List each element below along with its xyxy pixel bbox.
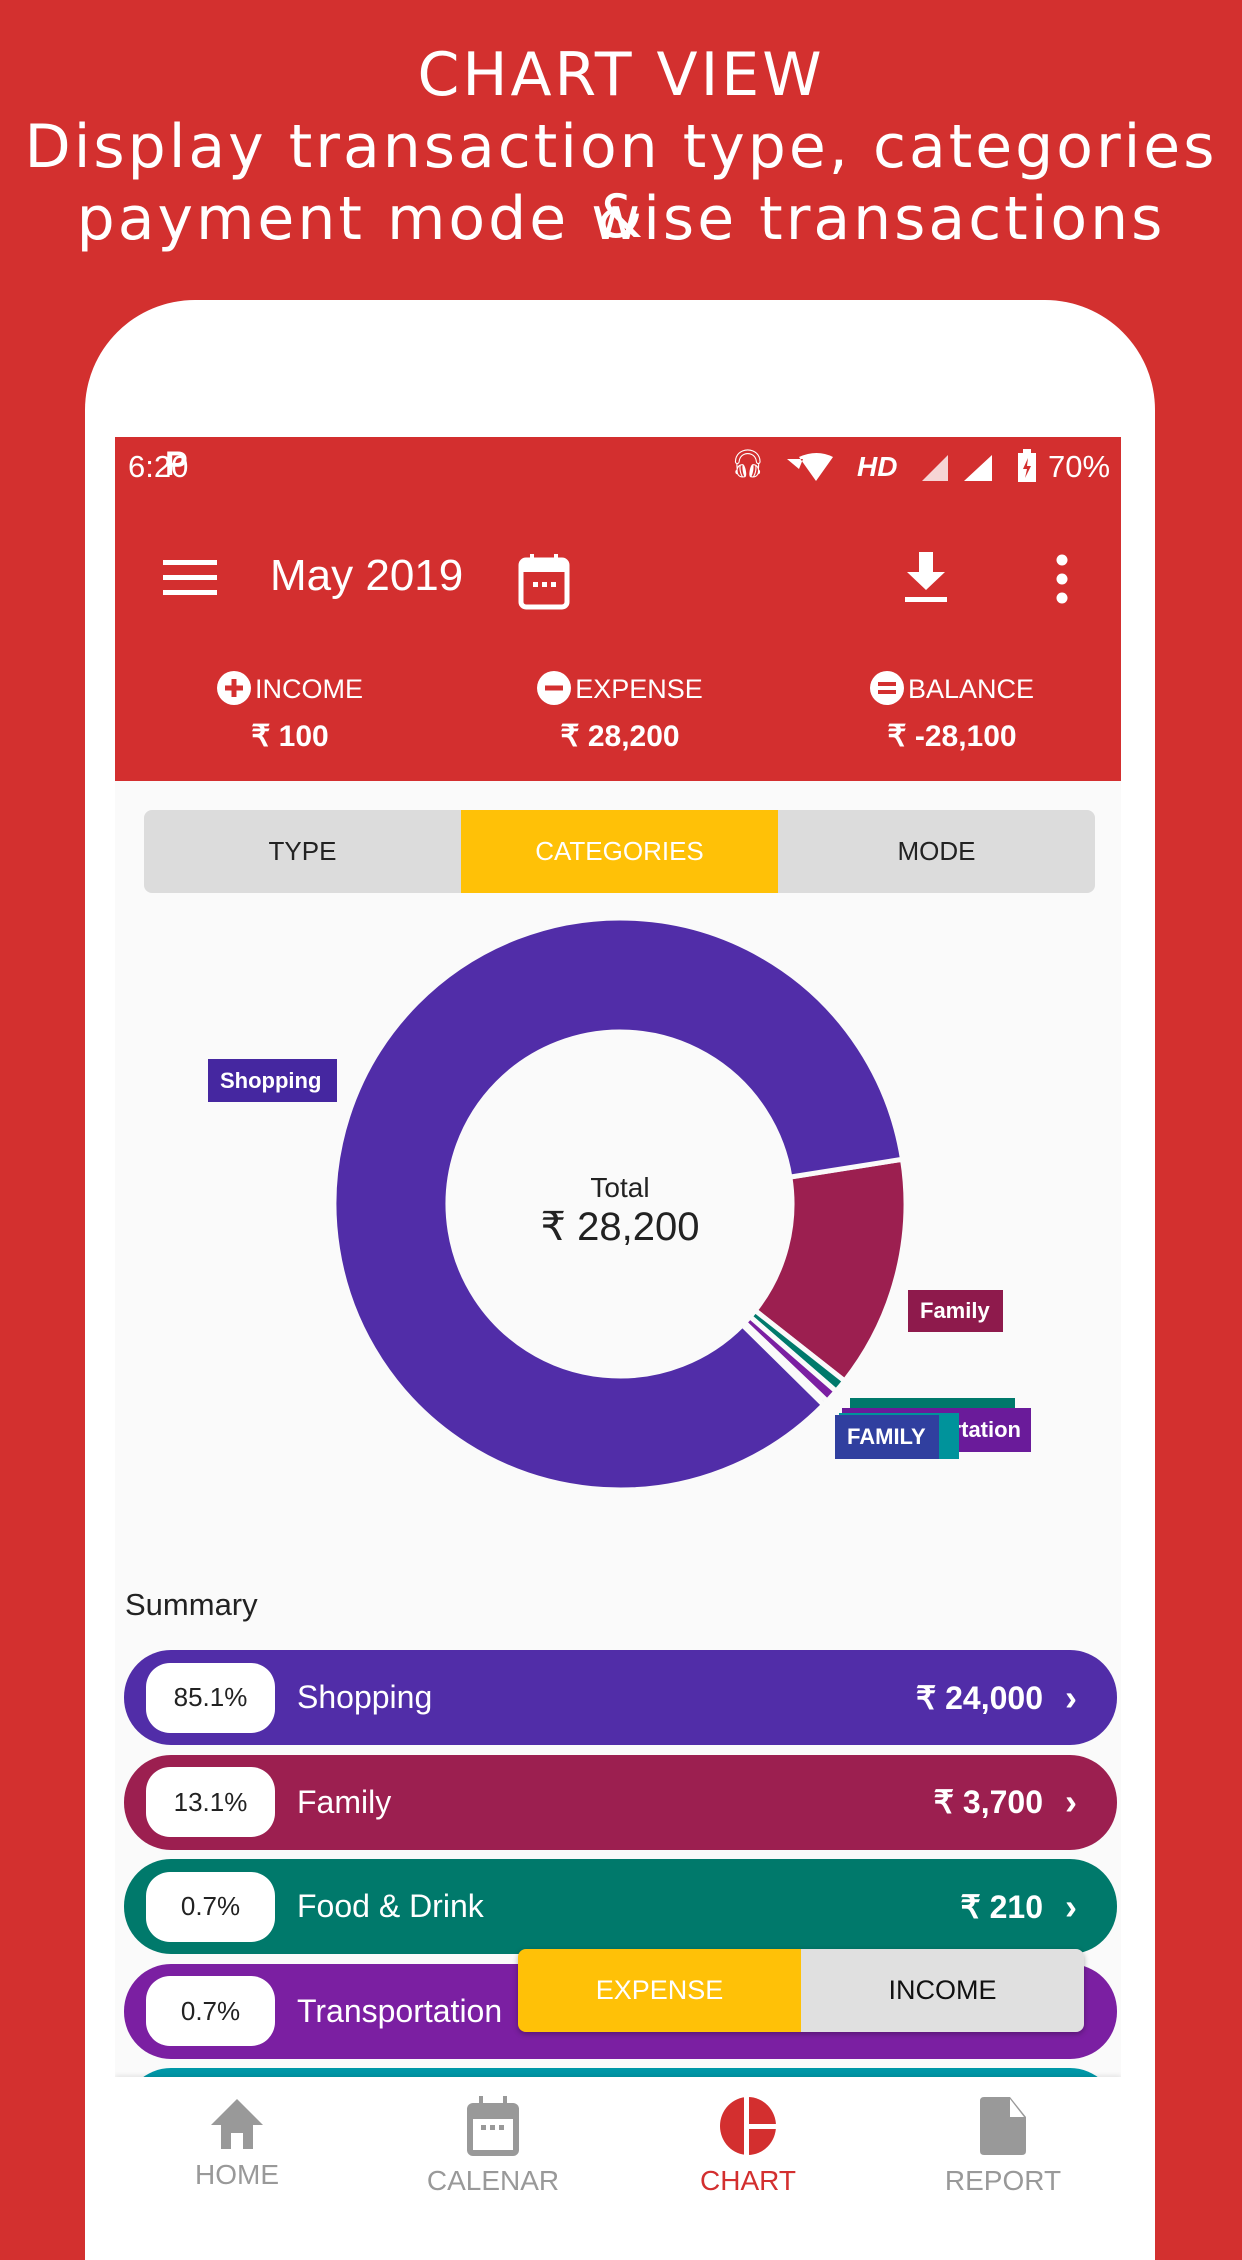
signal-icon: [922, 455, 992, 481]
row-name: Family: [297, 1783, 392, 1820]
home-icon: [211, 2099, 263, 2149]
total-label: BALANCE: [907, 674, 1035, 704]
pie-chart-icon: [720, 2095, 778, 2157]
bottom-nav: HOME CALENAR CHART REPORT: [115, 2077, 1121, 2208]
month-title[interactable]: May 2019: [270, 551, 463, 601]
nav-report-label: REPORT: [944, 2165, 1062, 2196]
row-name: Food & Drink: [297, 1888, 484, 1924]
donut-center-value: ₹ 28,200: [540, 1205, 700, 1249]
wifi-icon: [787, 453, 833, 481]
chevron-right-icon: ›: [1065, 1676, 1077, 1718]
chart-label-family-upper: FAMILY: [835, 1415, 939, 1459]
chart-tabs: TYPE CATEGORIES MODE: [144, 810, 1095, 893]
row-name: Shopping: [297, 1679, 433, 1715]
promo-line1: CHART VIEW: [417, 40, 825, 110]
nav-calendar[interactable]: CALENAR: [393, 2077, 593, 2208]
chevron-right-icon: ›: [1065, 1885, 1077, 1927]
calendar-icon[interactable]: [518, 552, 570, 610]
row-percent: 13.1%: [146, 1767, 275, 1837]
total-value: ₹ -28,100: [887, 720, 1017, 753]
plus-circle-icon: [217, 671, 251, 705]
app-screen: 6:20 P 🎧︎ HD 70% May 2019 INCOME ₹ 100 EXP…: [115, 437, 1121, 2208]
promo-line3: payment mode wise transactions: [76, 184, 1166, 254]
row-amount: ₹ 210: [960, 1888, 1043, 1925]
chart-label-family: Family: [908, 1290, 1003, 1332]
nav-calendar-label: CALENAR: [426, 2165, 560, 2196]
donut-center-label: Total: [590, 1172, 650, 1203]
total-income: INCOME ₹ 100: [160, 671, 420, 754]
row-percent: 85.1%: [146, 1662, 275, 1733]
menu-icon[interactable]: [163, 560, 217, 596]
calendar-icon: [467, 2096, 519, 2156]
tab-mode[interactable]: MODE: [778, 810, 1095, 893]
more-vert-icon[interactable]: [1055, 554, 1069, 604]
report-icon: [980, 2097, 1026, 2155]
notification-p-icon: P: [165, 445, 188, 483]
total-value: ₹ 28,200: [560, 720, 680, 753]
nav-home[interactable]: HOME: [137, 2077, 337, 2208]
tab-categories[interactable]: CATEGORIES: [461, 810, 778, 893]
total-label: INCOME: [255, 674, 363, 704]
header: 6:20 P 🎧︎ HD 70% May 2019 INCOME ₹ 100 EXP…: [115, 437, 1121, 781]
total-value: ₹ 100: [251, 720, 329, 753]
battery-level: 70%: [1048, 449, 1111, 484]
minus-circle-icon: [537, 671, 572, 705]
row-percent: 0.7%: [146, 1871, 275, 1942]
row-amount: ₹ 3,700: [933, 1784, 1043, 1820]
row-amount: ₹ 24,000: [915, 1679, 1043, 1716]
tab-type[interactable]: TYPE: [144, 810, 461, 893]
row-percent: 0.7%: [146, 1976, 275, 2046]
equals-circle-icon: [869, 671, 904, 705]
battery-icon: [1018, 449, 1036, 482]
total-expense: EXPENSE ₹ 28,200: [490, 671, 750, 754]
chevron-right-icon: ›: [1065, 1781, 1077, 1822]
expense-income-toggle: EXPENSE INCOME: [518, 1949, 1084, 2032]
chart-label-shopping: Shopping: [208, 1059, 337, 1102]
summary-row[interactable]: 0.7% Food & Drink ₹ 210 ›: [124, 1859, 1117, 1954]
summary-row[interactable]: 13.1% Family ₹ 3,700 ›: [124, 1754, 1117, 1850]
nav-chart-label: CHART: [700, 2165, 796, 2196]
download-icon[interactable]: [903, 552, 949, 604]
network-type: HD: [857, 451, 898, 482]
toggle-expense[interactable]: EXPENSE: [518, 1949, 801, 2032]
nav-report[interactable]: REPORT: [903, 2077, 1103, 2208]
toggle-income[interactable]: INCOME: [801, 1949, 1084, 2032]
total-label: EXPENSE: [575, 674, 703, 704]
total-balance: BALANCE ₹ -28,100: [822, 671, 1082, 754]
summary-title: Summary: [125, 1587, 258, 1622]
nav-home-label: HOME: [195, 2159, 279, 2190]
summary-row[interactable]: 85.1% Shopping ₹ 24,000 ›: [124, 1650, 1117, 1745]
headphones-icon: 🎧︎: [730, 448, 766, 479]
nav-chart[interactable]: CHART: [648, 2077, 848, 2208]
